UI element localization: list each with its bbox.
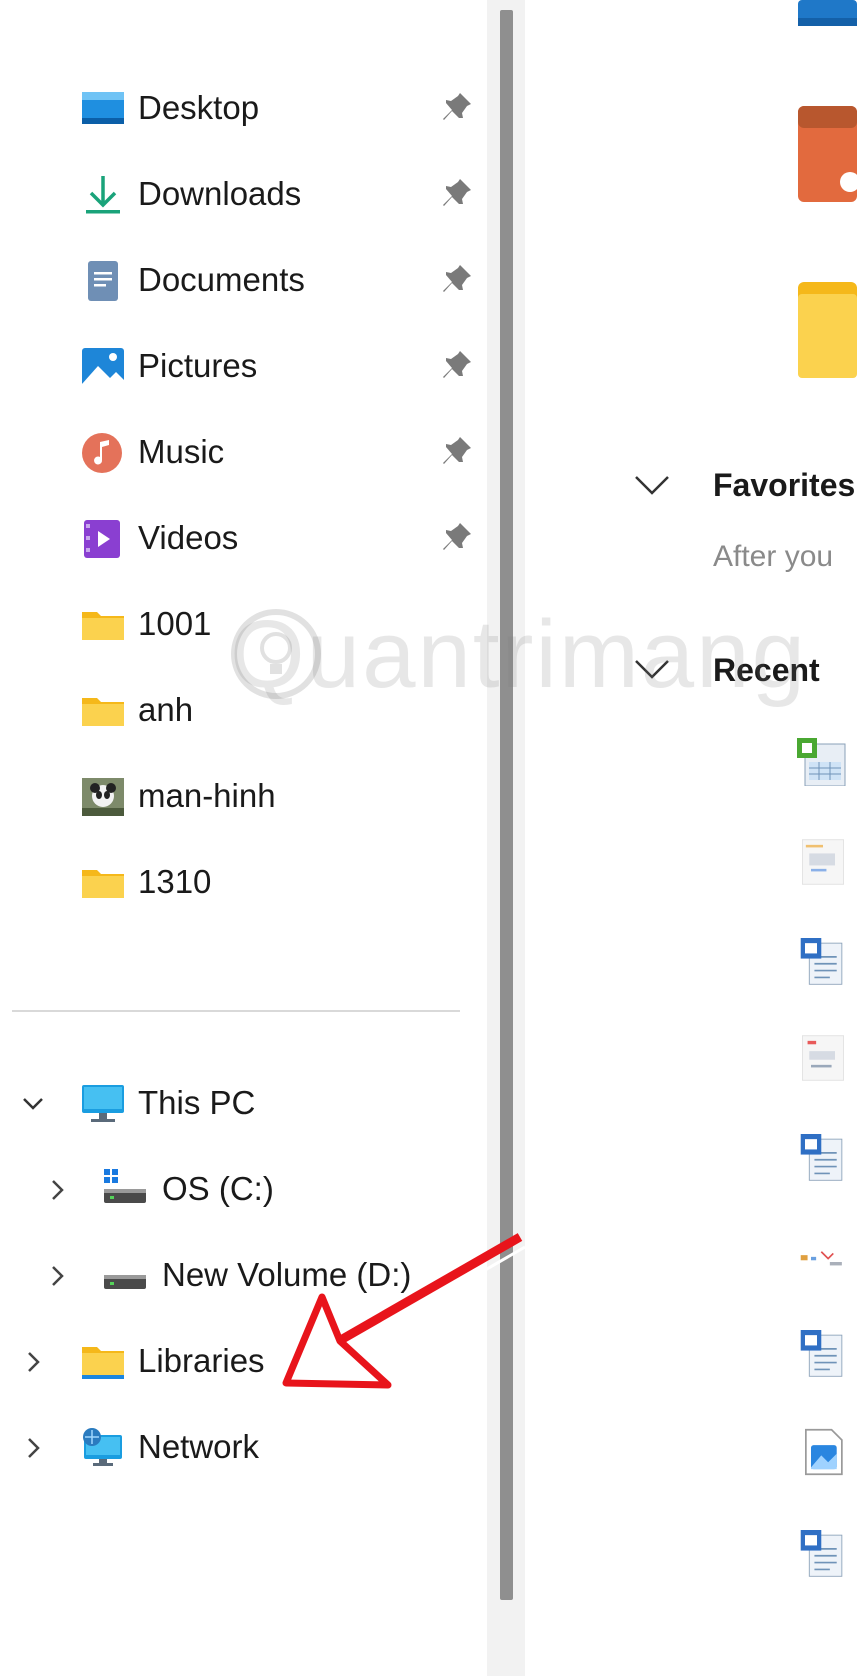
word-file-icon[interactable] [795,1330,851,1378]
nav-item-label: Music [138,433,225,470]
favorites-heading: Favorites [713,467,856,503]
photo-file-icon[interactable] [795,1428,851,1476]
nav-item-label: man-hinh [138,777,276,814]
music-folder-icon [798,106,857,202]
pictures-icon [82,348,124,386]
nav-item-videos[interactable]: Videos [0,498,480,578]
nav-item-label: This PC [138,1084,256,1121]
chevron-right-icon[interactable] [44,1263,70,1289]
chevron-down-icon[interactable] [20,1091,46,1117]
nav-item-man-hinh[interactable]: man-hinh [0,756,480,836]
navigation-pane: Desktop Downloads Documents Pictures Mus… [0,0,490,1676]
favorites-empty-text: After you [713,540,834,573]
nav-item-folder-1310[interactable]: 1310 [0,842,480,922]
chevron-right-icon[interactable] [20,1349,46,1375]
chevron-right-icon[interactable] [44,1177,70,1203]
pin-icon [443,437,471,464]
nav-item-documents[interactable]: Documents [0,240,480,320]
nav-item-desktop[interactable]: Desktop [0,68,480,148]
pin-icon [443,351,471,378]
nav-item-this-pc[interactable]: This PC [0,1063,480,1143]
pin-icon [443,523,471,550]
image-file-icon[interactable] [795,1238,851,1286]
nav-item-network[interactable]: Network [0,1407,480,1487]
image-thumbnail-icon [82,778,124,816]
folder-icon [798,282,857,378]
image-file-icon[interactable] [795,1034,851,1082]
nav-item-pictures[interactable]: Pictures [0,326,480,406]
pin-icon [443,93,471,120]
nav-item-label: anh [138,691,194,728]
folder-icon [82,612,124,640]
nav-item-label: Network [138,1428,260,1465]
nav-item-label: Downloads [138,175,302,212]
nav-divider [12,1010,460,1012]
word-file-icon[interactable] [795,1134,851,1182]
pin-icon [443,179,471,206]
watermark: Quantrimang [230,600,807,710]
desktop-icon [82,92,124,124]
network-icon [83,1428,122,1466]
drive-icon [104,1275,146,1289]
nav-item-label: Libraries [138,1342,265,1379]
chevron-right-icon[interactable] [20,1435,46,1461]
word-file-icon[interactable] [795,938,851,986]
excel-file-icon[interactable] [795,738,851,786]
nav-item-label: 1001 [138,605,212,642]
word-file-icon[interactable] [795,1530,851,1578]
nav-item-label: Pictures [138,347,258,384]
lightbulb-logo-icon [231,609,321,699]
nav-item-label: Desktop [138,89,260,126]
annotation-arrow-icon [282,1233,526,1389]
folder-icon [798,0,857,26]
nav-item-label: 1310 [138,863,212,900]
libraries-icon [82,1347,124,1379]
nav-item-music[interactable]: Music [0,412,480,492]
videos-icon [84,520,120,558]
nav-item-label: OS (C:) [162,1170,274,1207]
nav-item-drive-c[interactable]: OS (C:) [0,1149,480,1229]
computer-icon [82,1085,124,1122]
nav-item-label: Videos [138,519,239,556]
folder-icon [82,698,124,726]
nav-item-label: Documents [138,261,305,298]
chevron-down-icon[interactable] [634,472,670,498]
image-file-icon[interactable] [795,838,851,886]
nav-item-downloads[interactable]: Downloads [0,154,480,234]
documents-icon [88,261,118,301]
pin-icon [443,265,471,292]
music-icon [82,433,122,473]
folder-icon [82,870,124,898]
drive-icon [104,1169,146,1203]
download-icon [86,176,120,214]
